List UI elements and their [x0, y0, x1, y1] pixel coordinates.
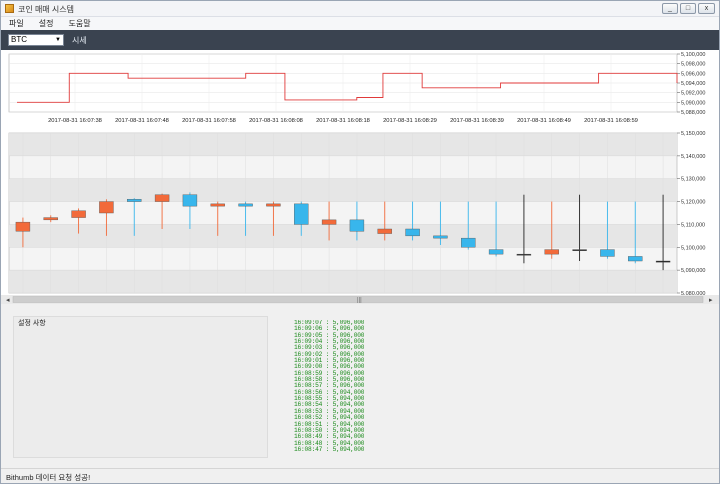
settings-group: 설정 사항: [13, 316, 268, 458]
candle-body: [600, 249, 615, 257]
candle-body: [655, 260, 671, 263]
candle-body: [349, 219, 365, 232]
price-label: 시세: [72, 36, 87, 45]
menu-bar: 파일 설정 도움말: [1, 17, 719, 30]
candle-y-tick-label: 5,150,000: [681, 131, 705, 137]
line-y-tick-label: 5,088,000: [681, 110, 705, 116]
candle-y-tick-label: 5,130,000: [681, 177, 705, 183]
title-bar[interactable]: 코인 매매 시스템 _ □ x: [1, 1, 719, 17]
coin-select-value: BTC: [11, 35, 27, 44]
candle-y-tick-label: 5,090,000: [681, 268, 705, 274]
candle-body: [71, 210, 86, 218]
candle-band: [9, 224, 677, 248]
window-title: 코인 매매 시스템: [18, 5, 74, 14]
price-line-chart: 5,100,000 5,098,000 5,096,000 5,094,000 5,09…: [8, 52, 705, 124]
candle-body: [544, 249, 559, 255]
ticker-line: 16:08:47 : 5,094,000: [294, 445, 364, 453]
maximize-button[interactable]: □: [680, 3, 696, 14]
candle-band: [9, 270, 677, 293]
candle-body: [628, 256, 643, 262]
line-y-tick-label: 5,098,000: [681, 62, 705, 68]
menu-file[interactable]: 파일: [7, 17, 26, 30]
line-y-tick-label: 5,100,000: [681, 52, 705, 58]
candle-body: [321, 219, 337, 225]
line-x-tick-label: 2017-08-31 16:07:48: [115, 118, 169, 124]
candle-body: [182, 194, 198, 207]
candle-body: [266, 203, 281, 207]
settings-title: 설정 사항: [18, 320, 46, 327]
window-controls: _ □ x: [662, 3, 715, 14]
app-icon: [5, 4, 14, 13]
candle-y-tick-label: 5,100,000: [681, 245, 705, 251]
candle-body: [238, 203, 253, 207]
scroll-thumb-grip: |||: [357, 298, 362, 304]
line-y-tick-label: 5,094,000: [681, 81, 705, 87]
candle-band: [9, 133, 677, 156]
line-x-tick-label: 2017-08-31 16:08:59: [584, 118, 638, 124]
candle-body: [99, 201, 114, 214]
coin-select[interactable]: BTC ▼: [8, 34, 64, 46]
candle-body: [127, 199, 142, 202]
app-window: 코인 매매 시스템 _ □ x 파일 설정 도움말 BTC ▼ 시세 5,100…: [0, 0, 720, 484]
dropdown-arrow-icon: ▼: [55, 37, 61, 43]
candle-y-tick-label: 5,110,000: [681, 222, 705, 228]
toolbar: BTC ▼ 시세: [1, 30, 719, 50]
candle-body: [433, 235, 448, 239]
candle-body: [572, 249, 587, 251]
minimize-button[interactable]: _: [662, 3, 678, 14]
line-y-tick-label: 5,092,000: [681, 91, 705, 97]
menu-settings[interactable]: 설정: [37, 17, 56, 30]
line-x-tick-label: 2017-08-31 16:07:58: [182, 118, 236, 124]
candle-body: [377, 228, 392, 234]
status-bar: Bithumb 데이터 요청 성공!: [1, 468, 719, 483]
line-x-tick-label: 2017-08-31 16:08:08: [249, 118, 303, 124]
status-text: Bithumb 데이터 요청 성공!: [6, 473, 91, 482]
close-button[interactable]: x: [698, 3, 715, 14]
candle-body: [43, 217, 58, 221]
scroll-right-arrow-icon[interactable]: ▸: [709, 297, 713, 304]
line-x-tick-label: 2017-08-31 16:07:38: [48, 118, 102, 124]
candle-body: [154, 194, 170, 202]
menu-help[interactable]: 도움말: [66, 17, 92, 30]
candlestick-chart: 5,150,000 5,140,000 5,130,000 5,120,000 5,11…: [8, 131, 705, 295]
chart-area: 5,100,000 5,098,000 5,096,000 5,094,000 5,09…: [1, 50, 719, 304]
ticker-list[interactable]: 16:09:07 : 5,096,000 16:09:06 : 5,096,000…: [294, 320, 364, 460]
candle-body: [294, 203, 309, 225]
candle-y-tick-label: 5,120,000: [681, 200, 705, 206]
line-x-tick-label: 2017-08-31 16:08:18: [316, 118, 370, 124]
line-y-tick-label: 5,096,000: [681, 71, 705, 77]
chart-scrollbar[interactable]: ◂ ||| ▸: [1, 295, 719, 304]
candle-body: [516, 253, 532, 256]
candle-y-tick-label: 5,140,000: [681, 154, 705, 160]
line-y-tick-label: 5,090,000: [681, 100, 705, 106]
candle-body: [210, 203, 225, 207]
bottom-panel: 설정 사항 16:09:07 : 5,096,000 16:09:06 : 5,0…: [1, 304, 719, 468]
candle-band: [9, 178, 677, 202]
candle-body: [15, 221, 31, 232]
line-x-tick-label: 2017-08-31 16:08:39: [450, 118, 504, 124]
candle-body: [488, 249, 504, 255]
candle-body: [461, 237, 476, 248]
candle-body: [405, 228, 420, 237]
line-x-tick-label: 2017-08-31 16:08:29: [383, 118, 437, 124]
line-x-tick-label: 2017-08-31 16:08:49: [517, 118, 571, 124]
scroll-left-arrow-icon[interactable]: ◂: [6, 297, 10, 304]
